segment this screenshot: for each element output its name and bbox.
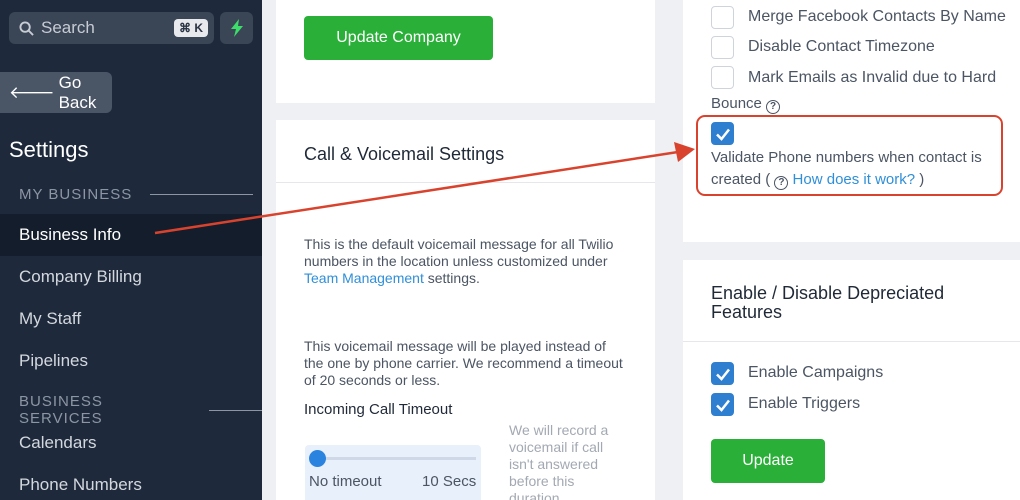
annotation-arrow <box>154 142 695 235</box>
